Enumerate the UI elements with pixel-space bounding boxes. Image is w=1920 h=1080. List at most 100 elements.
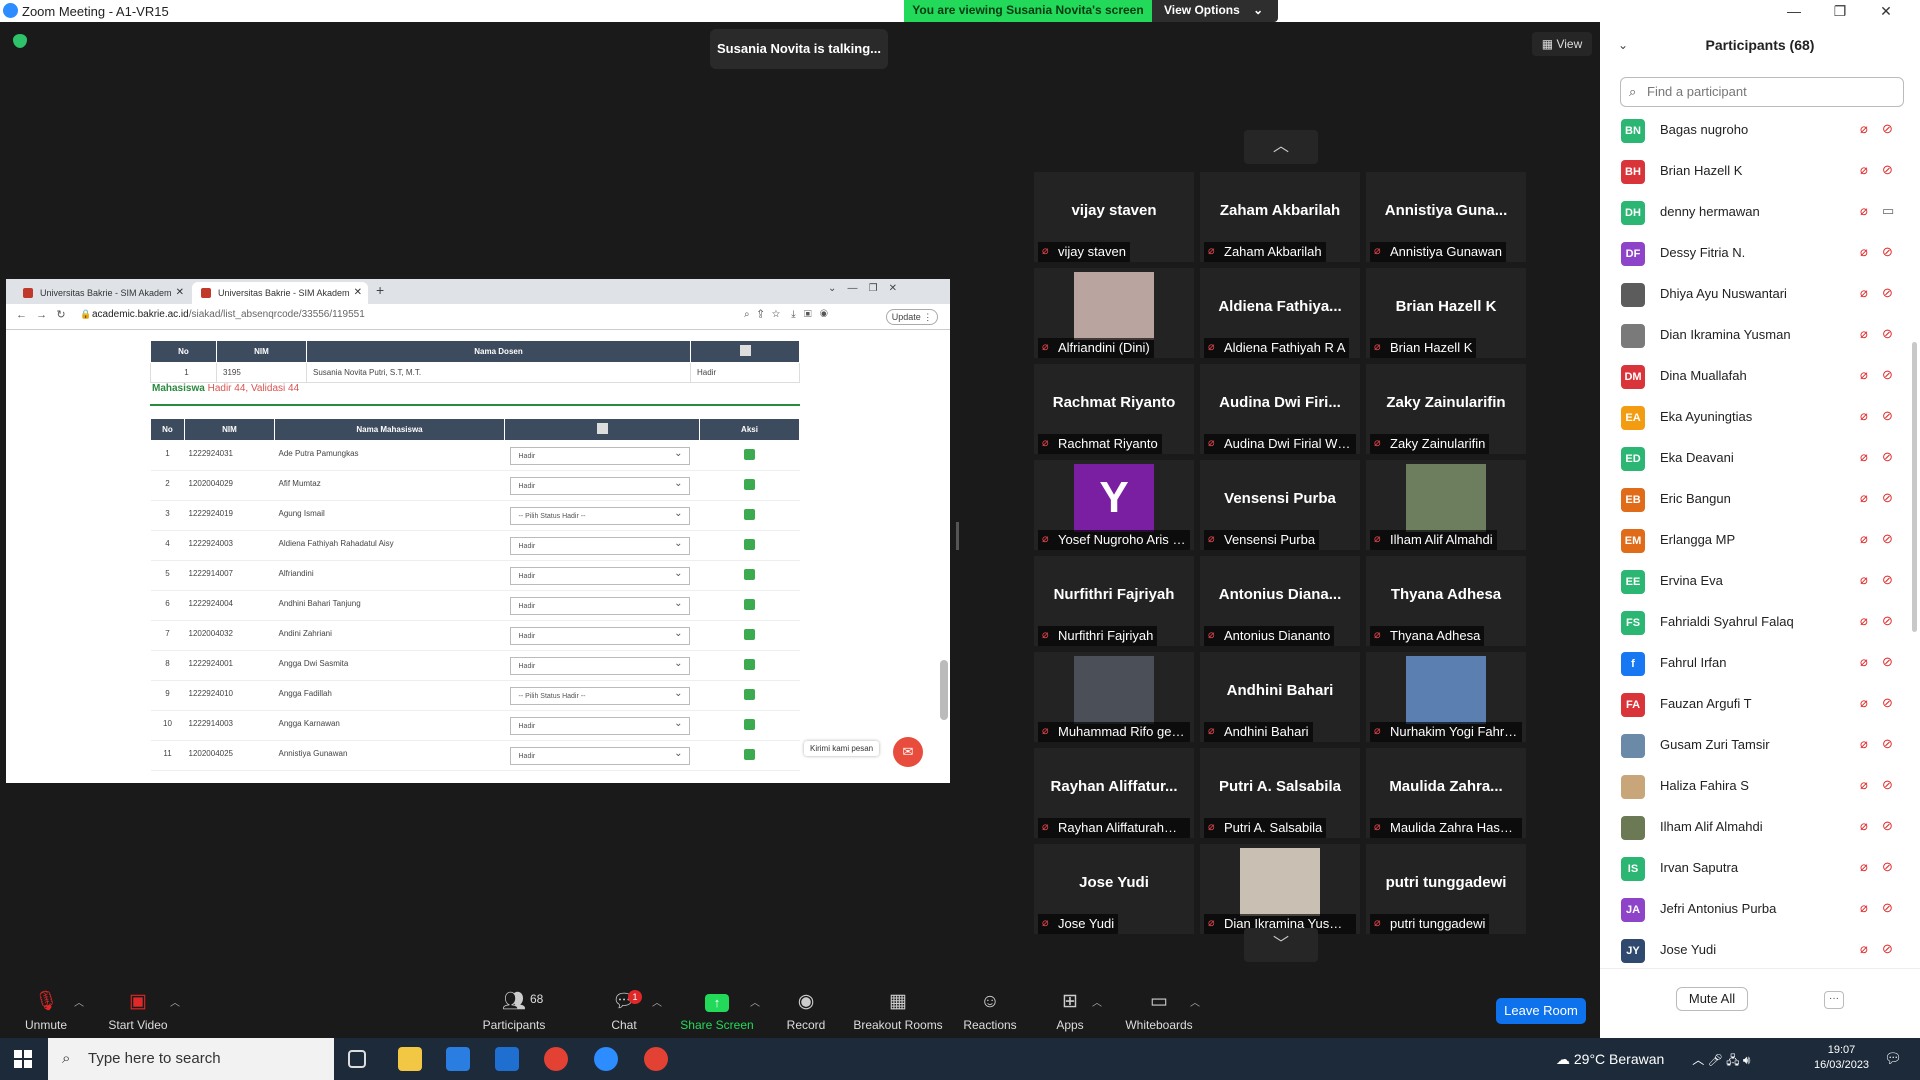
video-tile[interactable]: ⌀ Muhammad Rifo ges... (1034, 652, 1194, 742)
video-off-icon[interactable]: ⊘ (1882, 285, 1893, 301)
video-tile[interactable]: Zaky Zainularifin ⌀ Zaky Zainularifin (1366, 364, 1526, 454)
gallery-down-button[interactable]: ﹀ (1244, 928, 1318, 962)
record-button[interactable]: ◉ Record (780, 990, 832, 1036)
video-tile[interactable]: Thyana Adhesa ⌀ Thyana Adhesa (1366, 556, 1526, 646)
new-tab-icon[interactable]: + (376, 282, 384, 298)
video-tile[interactable]: Vensensi Purba ⌀ Vensensi Purba (1200, 460, 1360, 550)
video-off-icon[interactable]: ⊘ (1882, 736, 1893, 752)
save-action-icon[interactable] (744, 479, 755, 490)
file-explorer-icon[interactable] (398, 1047, 422, 1071)
browser-action-icons[interactable]: ⌕ ⇪ ☆ ⤓ ▣ ◉ (744, 309, 828, 320)
video-tile[interactable]: Maulida Zahra... ⌀ Maulida Zahra Hasana (1366, 748, 1526, 838)
chrome-icon[interactable] (544, 1047, 568, 1071)
url-field[interactable]: academic.bakrie.ac.id/siakad/list_absenq… (92, 309, 365, 320)
task-view-icon[interactable] (348, 1050, 366, 1068)
participant-row[interactable]: Haliza Fahira S ⌀ ⊘ (1600, 766, 1900, 807)
video-tile[interactable]: Andhini Bahari ⌀ Andhini Bahari (1200, 652, 1360, 742)
video-tile[interactable]: Putri A. Salsabila ⌀ Putri A. Salsabila (1200, 748, 1360, 838)
video-tile[interactable]: Rayhan Aliffatur... ⌀ Rayhan Aliffaturahma… (1034, 748, 1194, 838)
save-action-icon[interactable] (744, 749, 755, 760)
video-off-icon[interactable]: ⊘ (1882, 859, 1893, 875)
status-select[interactable]: Hadir (509, 715, 690, 735)
close-icon[interactable]: ✕ (1863, 0, 1909, 22)
browser-tab-active[interactable]: Universitas Bakrie - SIM Akadem ✕ (192, 282, 368, 304)
video-tile[interactable]: Annistiya Guna... ⌀ Annistiya Gunawan (1366, 172, 1526, 262)
gallery-up-button[interactable]: ︿ (1244, 130, 1318, 164)
chrome-active-icon[interactable] (644, 1047, 668, 1071)
muted-mic-icon[interactable]: ⌀ (1860, 572, 1868, 588)
windows-start-icon[interactable] (14, 1050, 32, 1068)
muted-mic-icon[interactable]: ⌀ (1860, 613, 1868, 629)
status-select[interactable]: -- Pilih Status Hadir -- (509, 685, 690, 705)
status-select[interactable]: Hadir (509, 475, 690, 495)
video-tile[interactable]: Aldiena Fathiya... ⌀ Aldiena Fathiyah R A (1200, 268, 1360, 358)
save-action-icon[interactable] (744, 599, 755, 610)
video-off-icon[interactable]: ⊘ (1882, 695, 1893, 711)
view-button[interactable]: ▦ View (1532, 32, 1592, 56)
participant-row[interactable]: EA Eka Ayuningtias ⌀ ⊘ (1600, 397, 1900, 438)
participant-row[interactable]: f Fahrul Irfan ⌀ ⊘ (1600, 643, 1900, 684)
video-tile[interactable]: Zaham Akbarilah ⌀ Zaham Akbarilah (1200, 172, 1360, 262)
mute-all-button[interactable]: Mute All (1676, 987, 1748, 1011)
store-icon[interactable] (446, 1047, 470, 1071)
video-tile[interactable]: ⌀ Ilham Alif Almahdi (1366, 460, 1526, 550)
participant-row[interactable]: FA Fauzan Argufi T ⌀ ⊘ (1600, 684, 1900, 725)
muted-mic-icon[interactable]: ⌀ (1860, 531, 1868, 547)
muted-mic-icon[interactable]: ⌀ (1860, 654, 1868, 670)
save-action-icon[interactable] (744, 569, 755, 580)
video-tile[interactable]: ⌀ Nurhakim Yogi Fahrezy (1366, 652, 1526, 742)
video-options-caret-icon[interactable]: ︿ (170, 994, 180, 1009)
video-off-icon[interactable]: ⊘ (1882, 408, 1893, 424)
video-tile[interactable]: Antonius Diana... ⌀ Antonius Diananto (1200, 556, 1360, 646)
participant-row[interactable]: IS Irvan Saputra ⌀ ⊘ (1600, 848, 1900, 889)
taskbar-search-input[interactable]: ⌕ Type here to search (48, 1038, 334, 1080)
participant-row[interactable]: EM Erlangga MP ⌀ ⊘ (1600, 520, 1900, 561)
participant-row[interactable]: DH denny hermawan ⌀ ▭ (1600, 192, 1900, 233)
video-tile[interactable]: Jose Yudi ⌀ Jose Yudi (1034, 844, 1194, 934)
reactions-button[interactable]: ☺ Reactions (962, 990, 1018, 1036)
save-action-icon[interactable] (744, 629, 755, 640)
participant-search-input[interactable]: ⌕ Find a participant (1620, 77, 1904, 107)
video-off-icon[interactable]: ⊘ (1882, 367, 1893, 383)
browser-tab[interactable]: Universitas Bakrie - SIM Akadem ✕ (14, 282, 190, 304)
participant-row[interactable]: EB Eric Bangun ⌀ ⊘ (1600, 479, 1900, 520)
browser-nav-icons[interactable]: ← → ↻ (16, 308, 66, 321)
muted-mic-icon[interactable]: ⌀ (1860, 777, 1868, 793)
notifications-icon[interactable]: 💬︎ (1884, 1050, 1902, 1067)
video-off-icon[interactable]: ⊘ (1882, 613, 1893, 629)
breakout-rooms-button[interactable]: ▦ Breakout Rooms (850, 990, 946, 1036)
participant-row[interactable]: BN Bagas nugroho ⌀ ⊘ (1600, 110, 1900, 151)
update-button[interactable]: Update ⋮ (886, 309, 938, 325)
muted-mic-icon[interactable]: ⌀ (1860, 859, 1868, 875)
security-shield-icon[interactable] (13, 34, 27, 48)
participant-row[interactable]: JY Jose Yudi ⌀ ⊘ (1600, 930, 1900, 971)
save-action-icon[interactable] (744, 689, 755, 700)
minimize-icon[interactable]: — (1771, 0, 1817, 22)
more-options-button[interactable]: ··· (1824, 991, 1844, 1009)
status-select[interactable]: Hadir (509, 595, 690, 615)
muted-mic-icon[interactable]: ⌀ (1860, 695, 1868, 711)
video-off-icon[interactable]: ⊘ (1882, 572, 1893, 588)
share-options-caret-icon[interactable]: ︿ (750, 994, 760, 1009)
page-scrollbar[interactable] (940, 660, 948, 720)
participant-row[interactable]: Gusam Zuri Tamsir ⌀ ⊘ (1600, 725, 1900, 766)
video-off-icon[interactable]: ⊘ (1882, 777, 1893, 793)
participant-scrollbar[interactable] (1912, 342, 1917, 632)
participant-row[interactable]: Dian Ikramina Yusman ⌀ ⊘ (1600, 315, 1900, 356)
participant-row[interactable]: DM Dina Muallafah ⌀ ⊘ (1600, 356, 1900, 397)
video-tile[interactable]: Brian Hazell K ⌀ Brian Hazell K (1366, 268, 1526, 358)
splitter-handle[interactable] (956, 522, 959, 550)
mail-icon[interactable] (495, 1047, 519, 1071)
unmute-button[interactable]: 🎙︎ Unmute (16, 990, 76, 1036)
video-tile[interactable]: Rachmat Riyanto ⌀ Rachmat Riyanto (1034, 364, 1194, 454)
video-tile[interactable]: Y ⌀ Yosef Nugroho Aris P... (1034, 460, 1194, 550)
video-off-icon[interactable]: ⊘ (1882, 654, 1893, 670)
start-video-button[interactable]: ▣ Start Video (104, 990, 172, 1036)
video-tile[interactable]: ⌀ Dian Ikramina Yusman (1200, 844, 1360, 934)
participant-row[interactable]: FS Fahrialdi Syahrul Falaq ⌀ ⊘ (1600, 602, 1900, 643)
apps-options-caret-icon[interactable]: ︿ (1092, 994, 1102, 1009)
save-action-icon[interactable] (744, 509, 755, 520)
status-select[interactable]: -- Pilih Status Hadir -- (509, 505, 690, 525)
video-off-icon[interactable]: ⊘ (1882, 941, 1893, 957)
muted-mic-icon[interactable]: ⌀ (1860, 818, 1868, 834)
